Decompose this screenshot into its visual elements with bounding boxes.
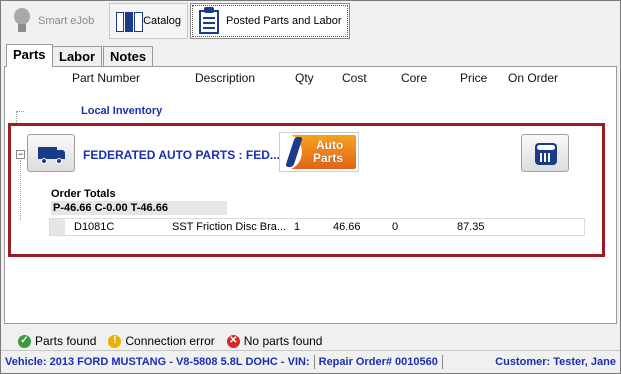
- order-totals-value: P-46.66 C-0.00 T-46.66: [53, 202, 168, 214]
- col-on-order[interactable]: On Order: [508, 71, 558, 85]
- col-part-number[interactable]: Part Number: [72, 71, 140, 85]
- row-selector[interactable]: [50, 219, 65, 235]
- col-core[interactable]: Core: [401, 71, 427, 85]
- status-legend: ✓ Parts found ! Connection error ✕ No pa…: [18, 332, 322, 350]
- legend-parts-found-label: Parts found: [35, 334, 97, 348]
- cell-qty: 1: [294, 221, 301, 233]
- lightbulb-icon: [11, 7, 33, 35]
- status-divider: [441, 355, 443, 369]
- phone-button[interactable]: [521, 134, 569, 172]
- tree-line: [20, 160, 21, 220]
- status-bar: Vehicle: 2013 FORD MUSTANG - V8-5808 5.8…: [1, 351, 620, 373]
- logo-text-parts: Parts: [313, 151, 344, 165]
- delivery-truck-button[interactable]: [27, 134, 75, 172]
- catalog-label: Catalog: [143, 15, 181, 27]
- status-repair-order: Repair Order# 0010560: [318, 356, 438, 368]
- legend-connection-error: ! Connection error: [108, 334, 215, 348]
- auto-parts-logo: Auto Parts: [279, 132, 359, 172]
- collapse-icon[interactable]: −: [16, 150, 25, 159]
- tab-notes[interactable]: Notes: [103, 46, 154, 66]
- catalog-button[interactable]: Catalog: [109, 3, 188, 39]
- cell-part-number: D1081C: [74, 221, 115, 233]
- legend-no-parts: ✕ No parts found: [226, 334, 323, 348]
- cell-cost: 46.66: [333, 221, 361, 233]
- order-totals-label: Order Totals: [51, 188, 116, 200]
- tab-parts[interactable]: Parts: [6, 44, 53, 67]
- tab-labor[interactable]: Labor: [52, 46, 103, 66]
- cell-core: 0: [392, 221, 399, 233]
- clipboard-icon: [197, 7, 221, 35]
- check-circle-icon: ✓: [18, 334, 31, 348]
- tree-line: [16, 111, 24, 112]
- col-price[interactable]: Price: [460, 71, 487, 85]
- legend-parts-found: ✓ Parts found: [18, 334, 96, 348]
- smart-ejob-button[interactable]: Smart eJob: [5, 3, 109, 39]
- col-cost[interactable]: Cost: [342, 71, 367, 85]
- warning-icon: !: [108, 334, 122, 348]
- local-inventory-label: Local Inventory: [81, 105, 163, 117]
- legend-connection-error-label: Connection error: [125, 334, 215, 348]
- logo-text-auto: Auto: [316, 138, 344, 152]
- status-vehicle: Vehicle: 2013 FORD MUSTANG - V8-5808 5.8…: [5, 356, 310, 368]
- toolbar: Smart eJob Catalog Posted Parts and Labo…: [1, 1, 620, 41]
- posted-parts-label: Posted Parts and Labor: [226, 15, 342, 27]
- error-x-icon: ✕: [226, 334, 240, 348]
- posted-parts-labor-button[interactable]: Posted Parts and Labor: [190, 3, 350, 39]
- col-qty[interactable]: Qty: [295, 71, 314, 85]
- cell-price: 87.35: [457, 221, 485, 233]
- parts-panel: Part Number Description Qty Cost Core Pr…: [4, 66, 617, 324]
- smart-ejob-label: Smart eJob: [38, 15, 95, 27]
- phone-icon: [535, 143, 557, 165]
- cell-description: SST Friction Disc Bra...: [172, 221, 287, 233]
- vendor-highlight-box: − FEDERATED AUTO PARTS : FED... Auto Par…: [8, 123, 605, 257]
- catalog-books-icon: [116, 10, 143, 32]
- truck-icon: [38, 147, 66, 164]
- col-description[interactable]: Description: [195, 71, 255, 85]
- vendor-name[interactable]: FEDERATED AUTO PARTS : FED...: [83, 148, 280, 162]
- table-row[interactable]: D1081C SST Friction Disc Bra... 1 46.66 …: [49, 218, 585, 236]
- legend-no-parts-label: No parts found: [243, 334, 323, 348]
- status-customer: Customer: Tester, Jane: [495, 356, 616, 368]
